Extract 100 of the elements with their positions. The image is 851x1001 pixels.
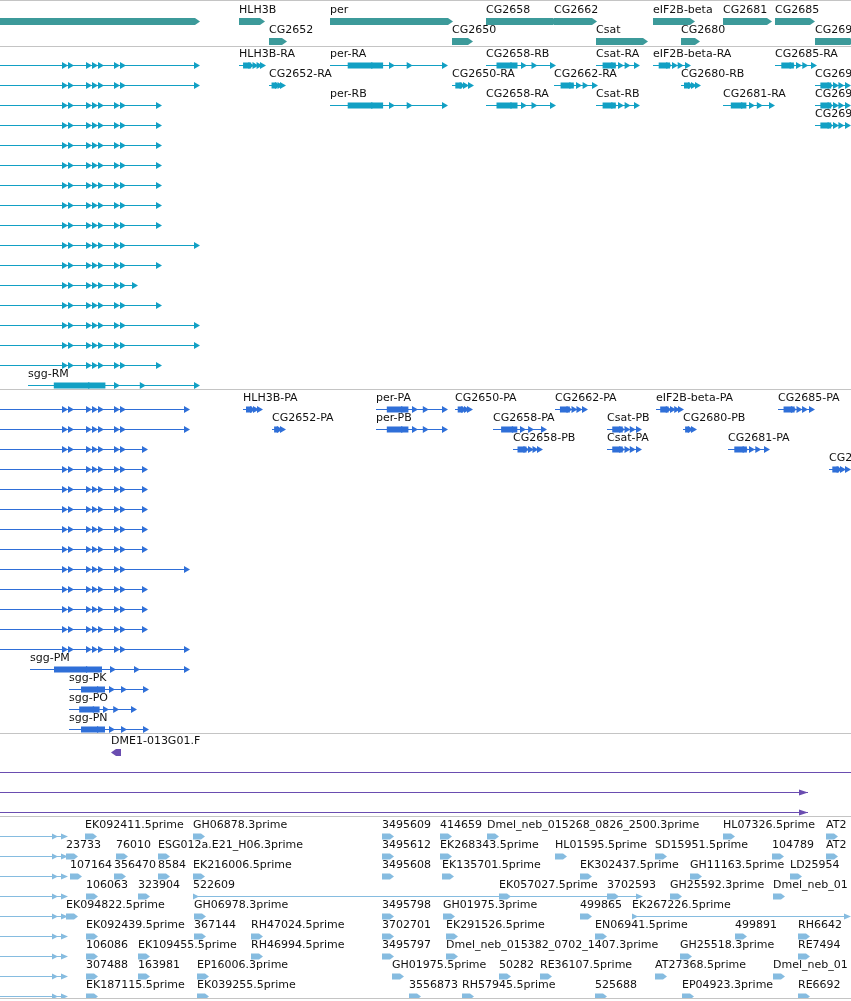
feature-label: EK268343.5prime: [440, 838, 539, 851]
feature-label: per-RA: [330, 47, 367, 60]
feature-label: sgg-PN: [69, 711, 108, 724]
feature-label: EK216006.5prime: [193, 858, 292, 871]
feature-label: EK092411.5prime: [85, 818, 184, 831]
feature-label: CG2658-PB: [513, 431, 576, 444]
feature-label: CG269: [815, 67, 851, 80]
feature-label: CG2685-PA: [778, 391, 840, 404]
feature-label: Dmel_neb_01: [773, 878, 848, 891]
feature-label: CG2652: [269, 23, 314, 36]
feature-label: eIF2B-beta-RA: [653, 47, 732, 60]
feature-label: CG2681-PA: [728, 431, 790, 444]
feature-label: CG2650-RA: [452, 67, 515, 80]
feature-label: sgg-PO: [69, 691, 108, 704]
feature-label: CG2681: [723, 3, 768, 16]
feature-label: 3495612: [382, 838, 431, 851]
feature-label: 522609: [193, 878, 235, 891]
feature-label: sgg-RM: [28, 367, 69, 380]
feature-label: 76010: [116, 838, 151, 851]
feature-label: CG2662-PA: [555, 391, 617, 404]
feature-label: EP16006.3prime: [197, 958, 289, 971]
feature-label: EK267226.5prime: [632, 898, 731, 911]
feature-label: 356470: [114, 858, 156, 871]
feature-label: CG269: [815, 87, 851, 100]
feature-label: Csat: [596, 23, 621, 36]
feature-label: 323904: [138, 878, 180, 891]
feature-label: per: [330, 3, 349, 16]
feature-label: Csat-PA: [607, 431, 649, 444]
feature-label: GH25592.3prime: [670, 878, 765, 891]
feature-label: EK135701.5prime: [442, 858, 541, 871]
feature-label: CG2685: [775, 3, 820, 16]
feature-label: EN06941.5prime: [595, 918, 688, 931]
feature-label: RH47024.5prime: [251, 918, 345, 931]
feature-label: eIF2B-beta-PA: [656, 391, 734, 404]
feature-label: 3702701: [382, 918, 431, 931]
feature-label: Dmel_neb_015268_0826_2500.3prime: [487, 818, 700, 831]
feature-label: CG2658-RA: [486, 87, 549, 100]
feature-label: HL01595.5prime: [555, 838, 647, 851]
feature-label: GH11163.5prime: [690, 858, 785, 871]
feature-label: Csat-RA: [596, 47, 640, 60]
feature-label: eIF2B-beta: [653, 3, 713, 16]
feature-label: CG269: [815, 107, 851, 120]
feature-label: 50282: [499, 958, 534, 971]
feature-label: 525688: [595, 978, 637, 991]
feature-label: CG2658-RB: [486, 47, 550, 60]
feature-label: 499865: [580, 898, 622, 911]
feature-label: 23733: [66, 838, 101, 851]
feature-label: EK291526.5prime: [446, 918, 545, 931]
feature-label: EP04923.3prime: [682, 978, 774, 991]
feature-label: GH06978.3prime: [194, 898, 289, 911]
feature-label: CG2662-RA: [554, 67, 617, 80]
feature-label: 3495609: [382, 818, 431, 831]
feature-label: GH25518.3prime: [680, 938, 775, 951]
feature-label: sgg-PM: [30, 651, 70, 664]
feature-label: 367144: [194, 918, 236, 931]
feature-label: CG2680-RB: [681, 67, 745, 80]
feature-label: EK094822.5prime: [66, 898, 165, 911]
feature-label: 3495608: [382, 858, 431, 871]
feature-label: GH01975.5prime: [392, 958, 487, 971]
feature-label: 106086: [86, 938, 128, 951]
feature-label: AT27368.5prime: [655, 958, 746, 971]
feature-label: GH01975.3prime: [443, 898, 538, 911]
feature-label: ESG012a.E21_H06.3prime: [158, 838, 303, 851]
feature-label: DME1-013G01.F: [111, 734, 201, 747]
feature-label: AT2: [826, 838, 847, 851]
feature-label: per-PB: [376, 411, 412, 424]
feature-label: 106063: [86, 878, 128, 891]
feature-label: EK109455.5prime: [138, 938, 237, 951]
feature-label: CG2662: [554, 3, 599, 16]
feature-label: CG2652-RA: [269, 67, 332, 80]
feature-label: 107164: [70, 858, 112, 871]
feature-label: 414659: [440, 818, 482, 831]
feature-label: CG2685-RA: [775, 47, 838, 60]
feature-label: RH57945.5prime: [462, 978, 556, 991]
feature-label: 163981: [138, 958, 180, 971]
feature-label: per-PA: [376, 391, 411, 404]
feature-label: EK302437.5prime: [580, 858, 679, 871]
feature-label: sgg-PK: [69, 671, 107, 684]
feature-label: EK057027.5prime: [499, 878, 598, 891]
feature-label: CG2650: [452, 23, 497, 36]
feature-label: CG269: [815, 23, 851, 36]
feature-label: 3495797: [382, 938, 431, 951]
feature-label: Csat-RB: [596, 87, 640, 100]
feature-label: Csat-PB: [607, 411, 650, 424]
feature-label: CG2652-PA: [272, 411, 334, 424]
feature-label: GH06878.3prime: [193, 818, 288, 831]
feature-label: EK092439.5prime: [86, 918, 185, 931]
feature-label: 307488: [86, 958, 128, 971]
feature-label: HLH3B-RA: [239, 47, 295, 60]
feature-label: HLH3B-PA: [243, 391, 298, 404]
feature-label: RH46994.5prime: [251, 938, 345, 951]
feature-label: EK187115.5prime: [86, 978, 185, 991]
feature-label: CG2: [829, 451, 851, 464]
feature-label: AT2: [826, 818, 847, 831]
feature-label: CG2658-PA: [493, 411, 555, 424]
feature-label: 3495798: [382, 898, 431, 911]
feature-label: CG2650-PA: [455, 391, 517, 404]
feature-label: per-RB: [330, 87, 367, 100]
feature-label: Dmel_neb_01: [773, 958, 848, 971]
feature-label: RH6642: [798, 918, 842, 931]
